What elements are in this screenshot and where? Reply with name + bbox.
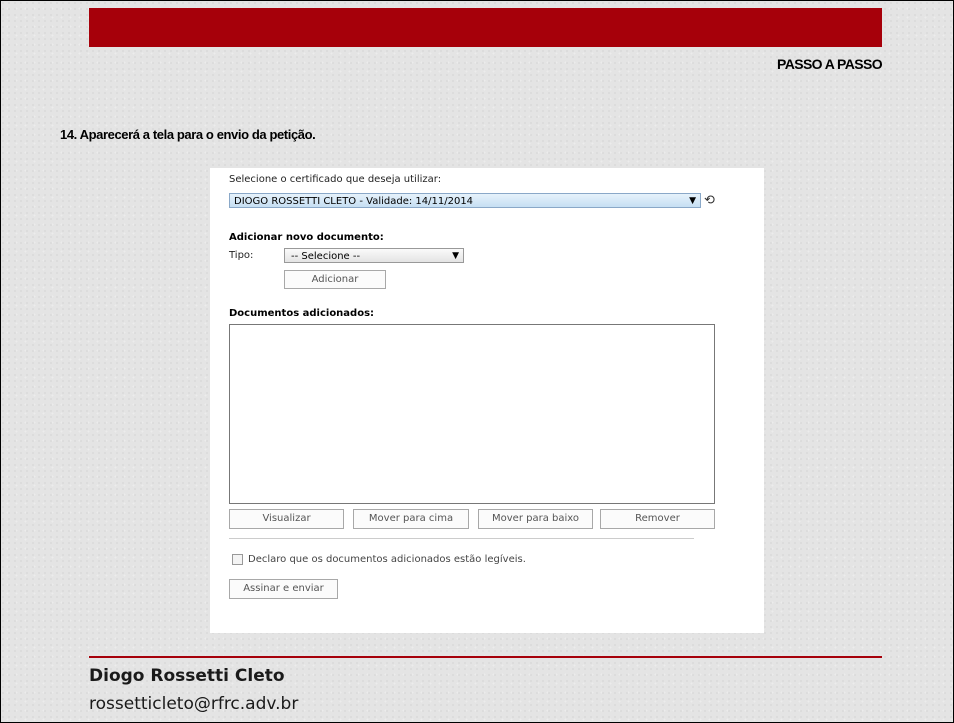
adicionar-button[interactable]: Adicionar xyxy=(284,270,386,289)
tipo-select[interactable]: -- Selecione -- ▼ xyxy=(284,248,464,263)
docs-added-title: Documentos adicionados: xyxy=(229,308,375,319)
footer-divider xyxy=(89,656,882,658)
certificate-select[interactable]: DIOGO ROSSETTI CLETO - Validade: 14/11/2… xyxy=(229,193,701,208)
add-document-title: Adicionar novo documento: xyxy=(229,232,384,243)
remove-button[interactable]: Remover xyxy=(600,509,715,529)
divider xyxy=(229,538,694,539)
header-band xyxy=(89,8,882,47)
author-email: rossetticleto@rfrc.adv.br xyxy=(89,694,299,714)
sign-and-send-button[interactable]: Assinar e enviar xyxy=(229,579,338,599)
tipo-label: Tipo: xyxy=(229,250,254,261)
step-instruction: 14. Aparecerá a tela para o envio da pet… xyxy=(60,127,316,142)
chevron-down-icon: ▼ xyxy=(452,251,459,261)
section-title: PASSO A PASSO xyxy=(777,56,883,72)
move-up-button[interactable]: Mover para cima xyxy=(353,509,469,529)
tipo-select-value: -- Selecione -- xyxy=(291,251,361,262)
cert-label: Selecione o certificado que deseja utili… xyxy=(229,174,442,185)
chevron-down-icon: ▼ xyxy=(689,196,696,206)
move-down-button[interactable]: Mover para baixo xyxy=(478,509,593,529)
author-name: Diogo Rossetti Cleto xyxy=(89,666,285,686)
refresh-icon[interactable]: ⟲ xyxy=(704,193,715,208)
visualizar-button[interactable]: Visualizar xyxy=(229,509,344,529)
certificate-select-value: DIOGO ROSSETTI CLETO - Validade: 14/11/2… xyxy=(234,196,474,207)
documents-list[interactable] xyxy=(229,324,715,504)
declaro-checkbox[interactable] xyxy=(232,554,243,565)
petition-form-panel: Selecione o certificado que deseja utili… xyxy=(210,168,764,633)
declaro-label: Declaro que os documentos adicionados es… xyxy=(248,554,526,565)
